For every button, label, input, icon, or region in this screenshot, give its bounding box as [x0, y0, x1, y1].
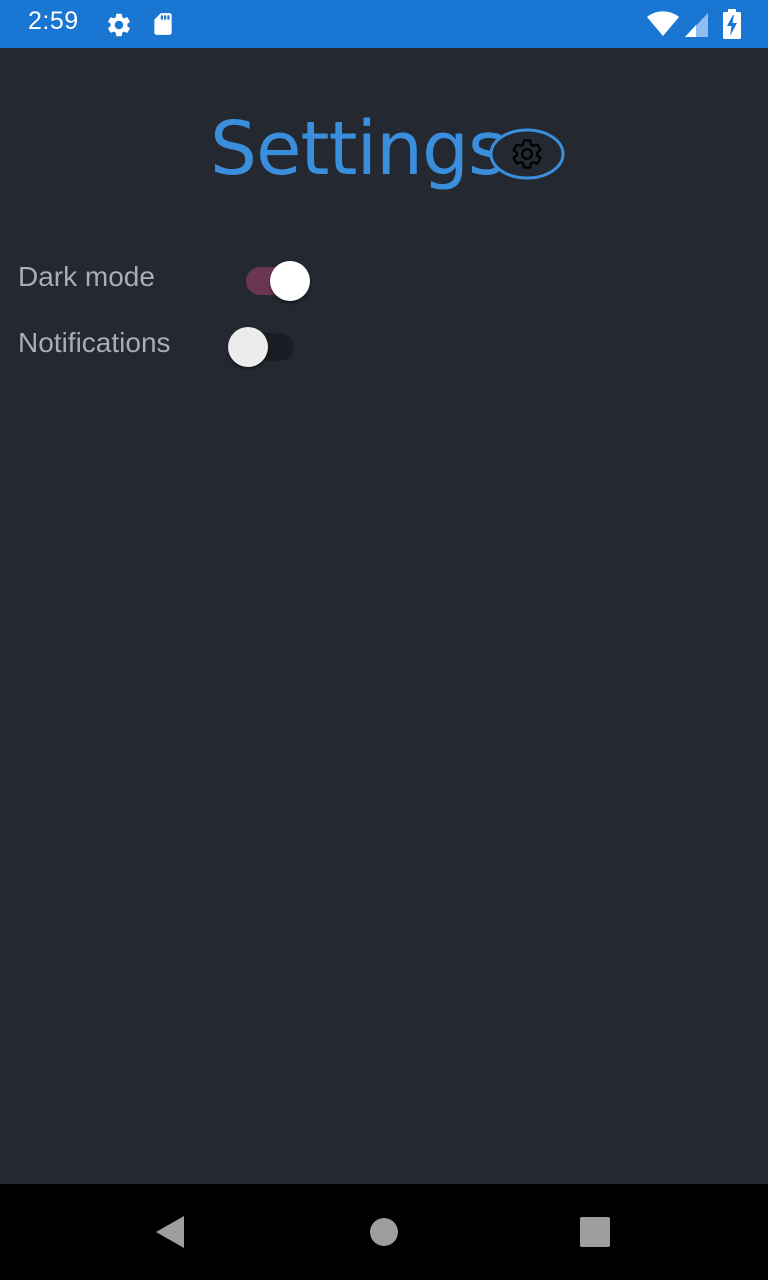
page-header: Settings: [0, 104, 768, 194]
gear-icon: [489, 128, 565, 180]
notifications-label: Notifications: [18, 327, 171, 358]
navigation-bar: [0, 1184, 768, 1280]
dark-mode-toggle[interactable]: [244, 256, 314, 306]
cell-signal-icon: [685, 13, 708, 37]
notifications-toggle[interactable]: [228, 322, 298, 372]
setting-row-notifications: Notifications: [18, 318, 338, 368]
settings-screen: Settings Dark mode Notifications: [0, 48, 768, 1184]
sd-card-icon: [154, 13, 172, 35]
settings-gear-icon: [108, 13, 130, 37]
wifi-icon: [647, 11, 679, 36]
dark-mode-label: Dark mode: [18, 261, 155, 292]
home-icon[interactable]: [364, 1212, 404, 1252]
battery-charging-icon: [723, 9, 741, 39]
toggle-thumb: [228, 327, 268, 367]
status-bar: 2:59: [0, 0, 768, 48]
status-time: 2:59: [28, 7, 79, 35]
back-icon[interactable]: [152, 1212, 192, 1252]
page-title: Settings: [210, 106, 507, 192]
toggle-thumb: [270, 261, 310, 301]
recents-icon[interactable]: [575, 1212, 615, 1252]
setting-row-dark-mode: Dark mode: [18, 252, 338, 302]
